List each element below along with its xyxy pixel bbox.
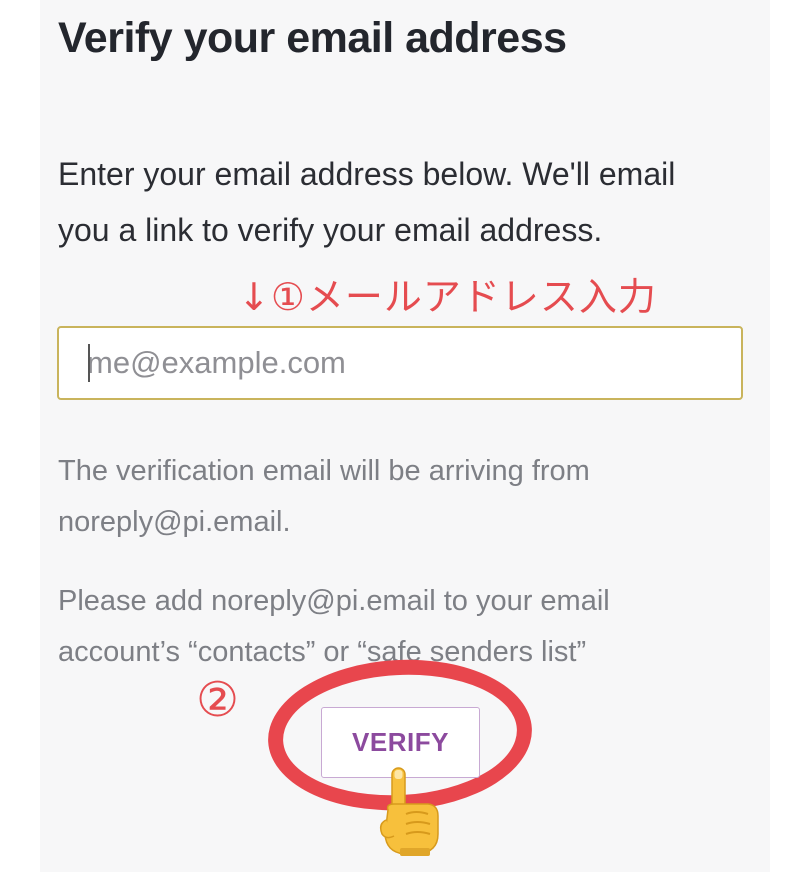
page-title: Verify your email address: [58, 14, 567, 62]
text-caret: [88, 344, 90, 382]
step-1-annotation: ↓①メールアドレス入力: [238, 275, 657, 319]
pointing-down-hand-icon: [379, 767, 439, 856]
intro-text: Enter your email address below. We'll em…: [58, 156, 676, 248]
page: Verify your email address Enter your ema…: [0, 0, 800, 872]
email-input[interactable]: [57, 326, 743, 400]
step-2-annotation: ②: [196, 672, 240, 728]
sender-note: The verification email will be arriving …: [58, 455, 590, 538]
